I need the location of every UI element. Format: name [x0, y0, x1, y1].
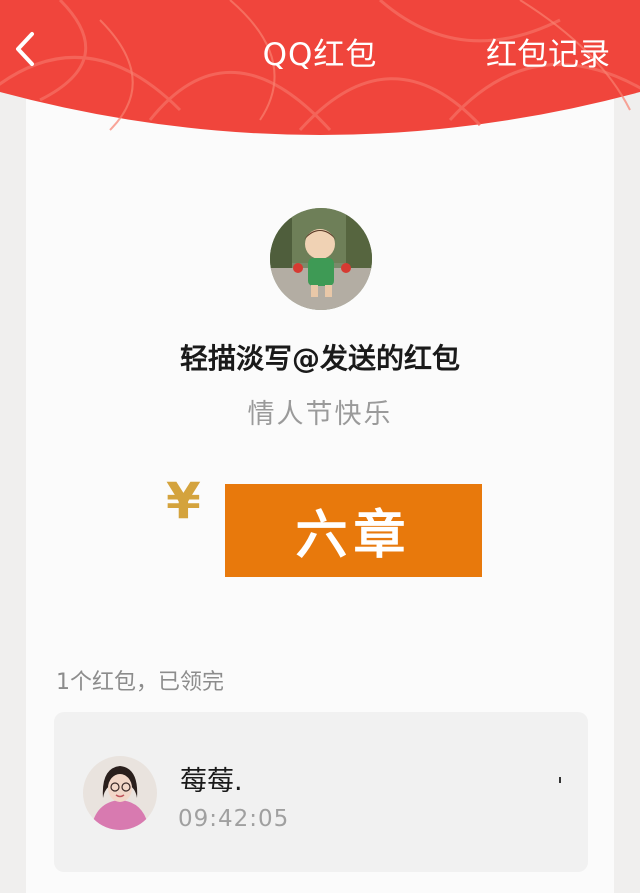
- red-packet-detail-page: QQ红包 红包记录 轻描淡写@发送的红包 情人节快乐 ¥ 六章 1个红包，已领完: [0, 0, 640, 893]
- amount-box: 六章: [225, 484, 482, 577]
- red-packet-records-link[interactable]: 红包记录: [486, 29, 610, 74]
- receiver-photo-image: [83, 756, 157, 830]
- receive-time: 09:42:05: [178, 806, 290, 832]
- small-mark: [559, 777, 561, 783]
- chevron-left-icon: [16, 32, 34, 66]
- red-header: QQ红包 红包记录: [0, 0, 640, 150]
- header-background: [0, 0, 640, 135]
- receiver-avatar: [83, 756, 157, 830]
- wish-message: 情人节快乐: [247, 399, 393, 430]
- receiver-row[interactable]: 莓莓. 09:42:05: [54, 712, 588, 872]
- back-button[interactable]: [10, 26, 44, 72]
- currency-symbol: ¥: [166, 472, 201, 530]
- receiver-name: 莓莓.: [180, 766, 243, 797]
- amount-value: 六章: [295, 505, 412, 566]
- cartoon-avatar-image: [270, 208, 372, 310]
- sender-avatar: [270, 208, 372, 310]
- claim-status: 1个红包，已领完: [56, 670, 224, 695]
- sender-line: 轻描淡写@发送的红包: [179, 342, 460, 375]
